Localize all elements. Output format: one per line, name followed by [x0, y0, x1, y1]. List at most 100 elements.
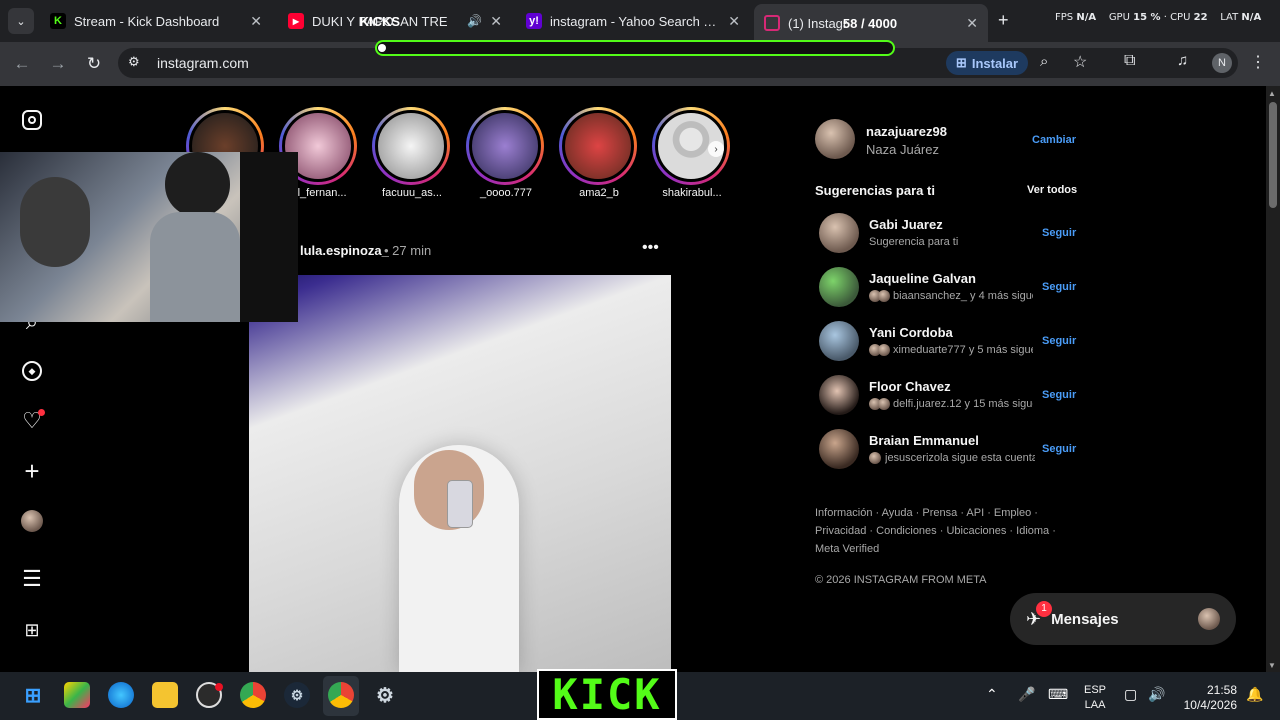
messages-button[interactable]: ✈ 1 Mensajes: [1010, 593, 1236, 645]
tab-title: Stream - Kick Dashboard: [74, 13, 220, 29]
instagram-icon: [764, 15, 780, 31]
close-icon[interactable]: ✕: [966, 15, 978, 32]
kick-logo-overlay: KICK: [537, 669, 677, 720]
kick-icon: K: [50, 13, 66, 29]
tab-search-icon[interactable]: ⌄: [8, 8, 34, 34]
scroll-up-icon[interactable]: ▲: [1268, 89, 1276, 98]
keyboard-icon[interactable]: ⌨: [1048, 686, 1068, 703]
footer-links[interactable]: Meta Verified: [815, 540, 879, 558]
speaker-icon[interactable]: 🔊: [467, 14, 482, 28]
story-item[interactable]: facuuu_as...: [372, 107, 452, 199]
progress-indicator: [378, 44, 386, 52]
forward-icon[interactable]: →: [46, 52, 70, 76]
install-button[interactable]: ⊞ Instalar: [946, 51, 1028, 75]
reload-icon[interactable]: ↻: [82, 52, 106, 76]
tab-kick-dashboard[interactable]: K Stream - Kick Dashboard ✕: [40, 6, 272, 36]
account-avatar[interactable]: [815, 119, 855, 159]
file-explorer-icon[interactable]: [152, 682, 178, 708]
copyright-text: © 2026 INSTAGRAM FROM META: [815, 574, 987, 586]
profile-avatar[interactable]: N: [1212, 53, 1232, 73]
tab-youtube[interactable]: ▶ DUKI Y PAPOKICKSAN TRE 🔊 ✕: [278, 6, 512, 36]
follow-button[interactable]: Seguir: [1042, 227, 1076, 239]
mutual-follower-avatar: [869, 452, 881, 464]
microphone-icon[interactable]: 🎤: [1018, 686, 1035, 703]
mutual-followers-avatars: [869, 290, 891, 302]
close-icon[interactable]: ✕: [728, 13, 740, 30]
suggestion-name[interactable]: Braian Emmanuel: [869, 433, 979, 448]
post-image[interactable]: [249, 275, 671, 672]
story-username: _oooo.777: [480, 187, 532, 199]
follow-button[interactable]: Seguir: [1042, 443, 1076, 455]
notification-center-icon[interactable]: 🔔: [1246, 686, 1263, 703]
tab-instagram[interactable]: (1) Instagr 58 / 4000 ✕: [754, 4, 988, 42]
tab-yahoo[interactable]: y! instagram - Yahoo Search Tus r ✕: [516, 6, 750, 36]
story-username: shakirabul...: [662, 187, 722, 199]
stories-next-icon[interactable]: ›: [708, 141, 724, 157]
more-menu-icon[interactable]: ☰: [20, 566, 44, 591]
notifications-heart-icon[interactable]: ♡: [20, 408, 45, 433]
follow-button[interactable]: Seguir: [1042, 389, 1076, 401]
suggestion-name[interactable]: Floor Chavez: [869, 379, 951, 394]
menu-icon[interactable]: ⋮: [1250, 52, 1266, 72]
steam-icon[interactable]: ⚙: [284, 682, 310, 708]
post-author[interactable]: lula.espinoza_: [300, 243, 389, 258]
post-options-icon[interactable]: •••: [642, 239, 659, 257]
extensions-icon[interactable]: ⧉: [1124, 52, 1135, 70]
clock[interactable]: 21:58 10/4/2026: [1180, 683, 1237, 713]
post-timestamp: • 27 min: [384, 243, 432, 258]
volume-icon[interactable]: 🔊: [1148, 686, 1165, 703]
suggestion-reason: Sugerencia para ti: [869, 236, 959, 248]
tray-overflow-icon[interactable]: ⌃: [986, 686, 998, 703]
suggestion-name[interactable]: Gabi Juarez: [869, 217, 943, 232]
back-icon[interactable]: ←: [10, 52, 34, 76]
threads-apps-icon[interactable]: ⊞: [20, 618, 44, 642]
windows-start-icon[interactable]: ⊞: [20, 682, 46, 708]
suggestion-avatar[interactable]: [819, 267, 859, 307]
story-item[interactable]: ama2_b: [559, 107, 639, 199]
instagram-logo-icon[interactable]: [20, 108, 44, 132]
suggestions-title: Sugerencias para ti: [815, 183, 935, 198]
account-fullname: Naza Juárez: [866, 142, 939, 157]
story-item[interactable]: _oooo.777: [466, 107, 546, 199]
clock-date: 10/4/2026: [1183, 698, 1237, 712]
see-all-link[interactable]: Ver todos: [1027, 184, 1077, 196]
suggestion-avatar[interactable]: [819, 429, 859, 469]
account-username[interactable]: nazajuarez98: [866, 124, 947, 139]
close-icon[interactable]: ✕: [250, 13, 262, 30]
explore-compass-icon[interactable]: ◆: [20, 359, 44, 383]
clock-time: 21:58: [1206, 683, 1237, 697]
zoom-icon[interactable]: ⌕: [1040, 53, 1048, 70]
suggestion-name[interactable]: Jaqueline Galvan: [869, 271, 976, 286]
chrome-active-icon[interactable]: [328, 682, 354, 708]
suggestion-avatar[interactable]: [819, 321, 859, 361]
suggestion-avatar[interactable]: [819, 375, 859, 415]
new-tab-icon[interactable]: +: [998, 10, 1009, 31]
yahoo-icon: y!: [526, 13, 542, 29]
footer-links[interactable]: Privacidad · Condiciones · Ubicaciones ·…: [815, 522, 1056, 540]
follow-button[interactable]: Seguir: [1042, 281, 1076, 293]
bluestacks-icon[interactable]: [64, 682, 90, 708]
network-icon[interactable]: ▢: [1124, 686, 1137, 703]
chrome-icon[interactable]: [240, 682, 266, 708]
close-icon[interactable]: ✕: [490, 13, 502, 30]
settings-gear-icon[interactable]: ⚙: [372, 682, 398, 708]
edge-icon[interactable]: [108, 682, 134, 708]
profile-avatar-icon[interactable]: [20, 509, 44, 533]
suggestion-name[interactable]: Yani Cordoba: [869, 325, 953, 340]
install-label: Instalar: [971, 55, 1019, 71]
messages-avatar: [1198, 608, 1220, 630]
language-indicator[interactable]: ESP LAA: [1084, 683, 1106, 713]
suggestion-reason: jesuscerizola sigue esta cuenta: [885, 452, 1035, 464]
suggestion-avatar[interactable]: [819, 213, 859, 253]
footer-links[interactable]: Información · Ayuda · Prensa · API · Emp…: [815, 504, 1038, 522]
bookmark-star-icon[interactable]: ☆: [1073, 52, 1087, 72]
site-info-icon[interactable]: ⚙: [128, 54, 140, 70]
story-ring: [466, 107, 544, 185]
switch-account-button[interactable]: Cambiar: [1032, 134, 1076, 146]
scrollbar-thumb[interactable]: [1269, 102, 1277, 208]
media-controls-icon[interactable]: ♫: [1177, 52, 1188, 69]
scroll-down-icon[interactable]: ▼: [1268, 661, 1276, 670]
create-plus-icon[interactable]: +: [20, 456, 44, 486]
follow-button[interactable]: Seguir: [1042, 335, 1076, 347]
url-text[interactable]: instagram.com: [157, 55, 249, 71]
